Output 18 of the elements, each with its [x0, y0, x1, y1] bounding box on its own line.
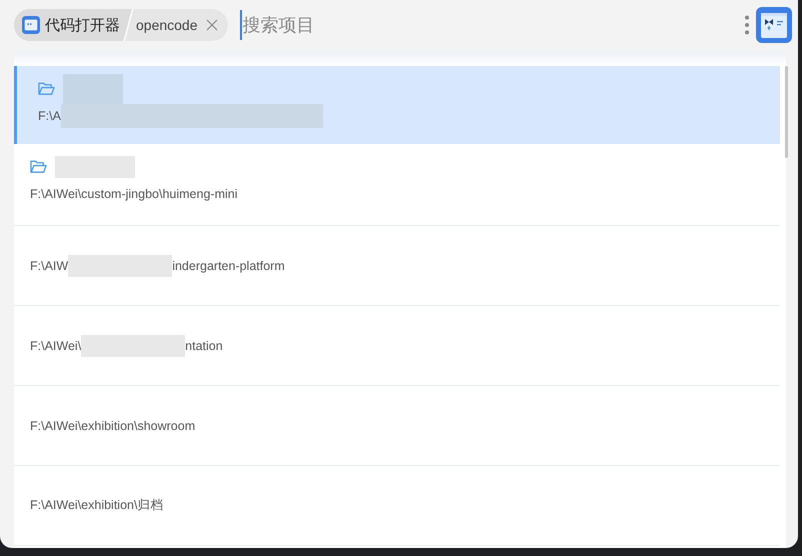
project-path: F:\AIWei\: [30, 338, 82, 352]
folder-icon: [38, 82, 55, 96]
folder-icon: [30, 160, 47, 174]
scrollbar[interactable]: [785, 66, 788, 158]
breadcrumb-item[interactable]: opencode: [136, 17, 198, 33]
project-item[interactable]: F:\A: [14, 66, 780, 144]
project-path: F:\AIW: [30, 258, 68, 272]
more-options-icon[interactable]: [744, 14, 750, 36]
app-logo-icon[interactable]: [756, 7, 792, 43]
project-path: F:\AIWei\exhibition\归档: [30, 497, 164, 514]
project-path: F:\AIWei\exhibition\showroom: [30, 418, 196, 432]
project-path: ntation: [185, 338, 223, 352]
search-field[interactable]: 搜索项目: [240, 10, 744, 40]
project-path: F:\A: [38, 109, 61, 123]
close-icon[interactable]: [206, 19, 218, 31]
project-path: indergarten-platform: [172, 258, 285, 272]
window-icon: [22, 16, 40, 34]
project-path: F:\AIWei\custom-jingbo\huimeng-mini: [30, 187, 238, 201]
